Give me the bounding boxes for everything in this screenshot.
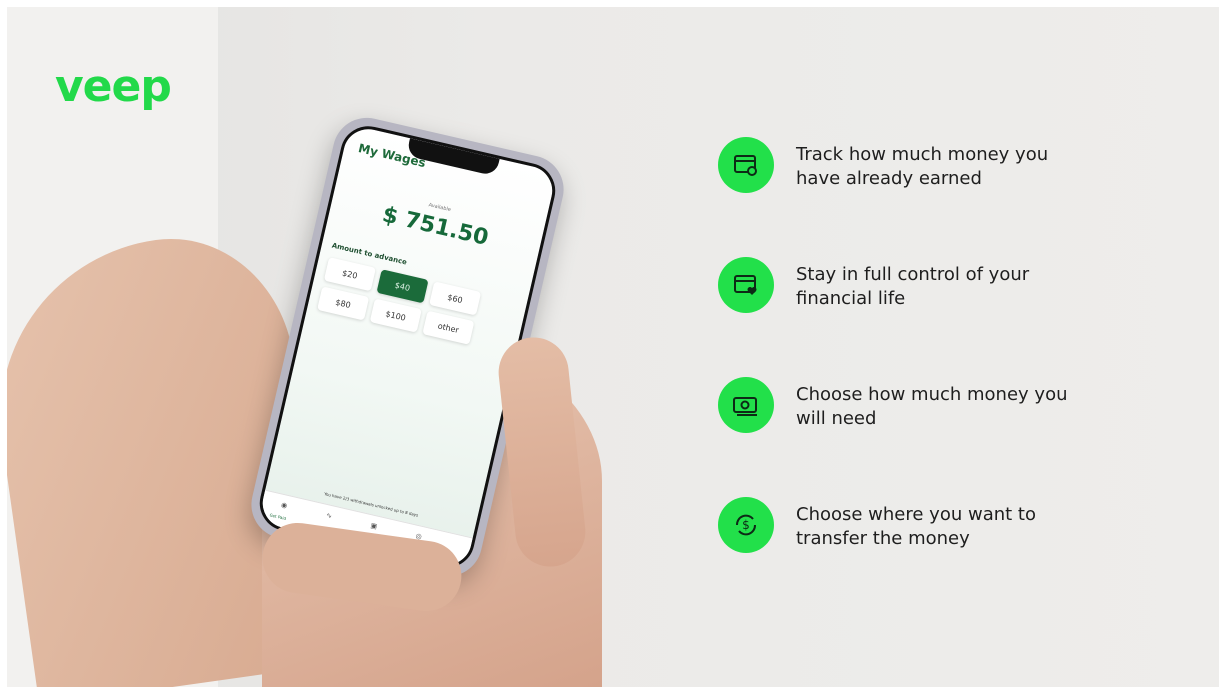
- feature-text: Track how much money you have already ea…: [796, 143, 1126, 191]
- wallet-icon[interactable]: ▣: [363, 520, 384, 532]
- card-heart-icon: [718, 257, 774, 313]
- feature-line-2: transfer the money: [796, 528, 970, 549]
- svg-text:$: $: [742, 518, 750, 532]
- card-settings-icon: [718, 137, 774, 193]
- hero-banner: veep My Wages Available $ 751.50 Amount …: [7, 7, 1219, 687]
- amount-button-40[interactable]: $40: [376, 269, 429, 304]
- feature-transfer: $ Choose where you want to transfer the …: [718, 497, 1188, 557]
- amount-button-80[interactable]: $80: [317, 286, 370, 321]
- amount-button-other[interactable]: other: [422, 310, 475, 345]
- feature-text: Choose how much money you will need: [796, 383, 1126, 431]
- feature-line-1: Track how much money you: [796, 144, 1049, 165]
- feature-line-1: Stay in full control of your: [796, 264, 1030, 285]
- feature-line-1: Choose how much money you: [796, 384, 1068, 405]
- amount-button-60[interactable]: $60: [429, 281, 482, 316]
- feature-choose-amount: Choose how much money you will need: [718, 377, 1188, 437]
- chart-icon[interactable]: ∿: [318, 510, 339, 522]
- feature-text: Choose where you want to transfer the mo…: [796, 503, 1126, 551]
- feature-line-1: Choose where you want to: [796, 504, 1036, 525]
- feature-line-2: will need: [796, 408, 877, 429]
- feature-control: Stay in full control of your financial l…: [718, 257, 1188, 317]
- amount-button-20[interactable]: $20: [323, 257, 376, 292]
- feature-line-2: have already earned: [796, 168, 982, 189]
- dollar-transfer-icon: $: [718, 497, 774, 553]
- cash-icon: [718, 377, 774, 433]
- amount-button-100[interactable]: $100: [369, 298, 422, 333]
- home-icon[interactable]: ◉: [274, 499, 295, 511]
- feature-line-2: financial life: [796, 288, 906, 309]
- nav-home-label: Get Paid: [269, 512, 287, 522]
- feature-text: Stay in full control of your financial l…: [796, 263, 1126, 311]
- feature-track-earnings: Track how much money you have already ea…: [718, 137, 1188, 197]
- veep-logo: veep: [55, 61, 172, 112]
